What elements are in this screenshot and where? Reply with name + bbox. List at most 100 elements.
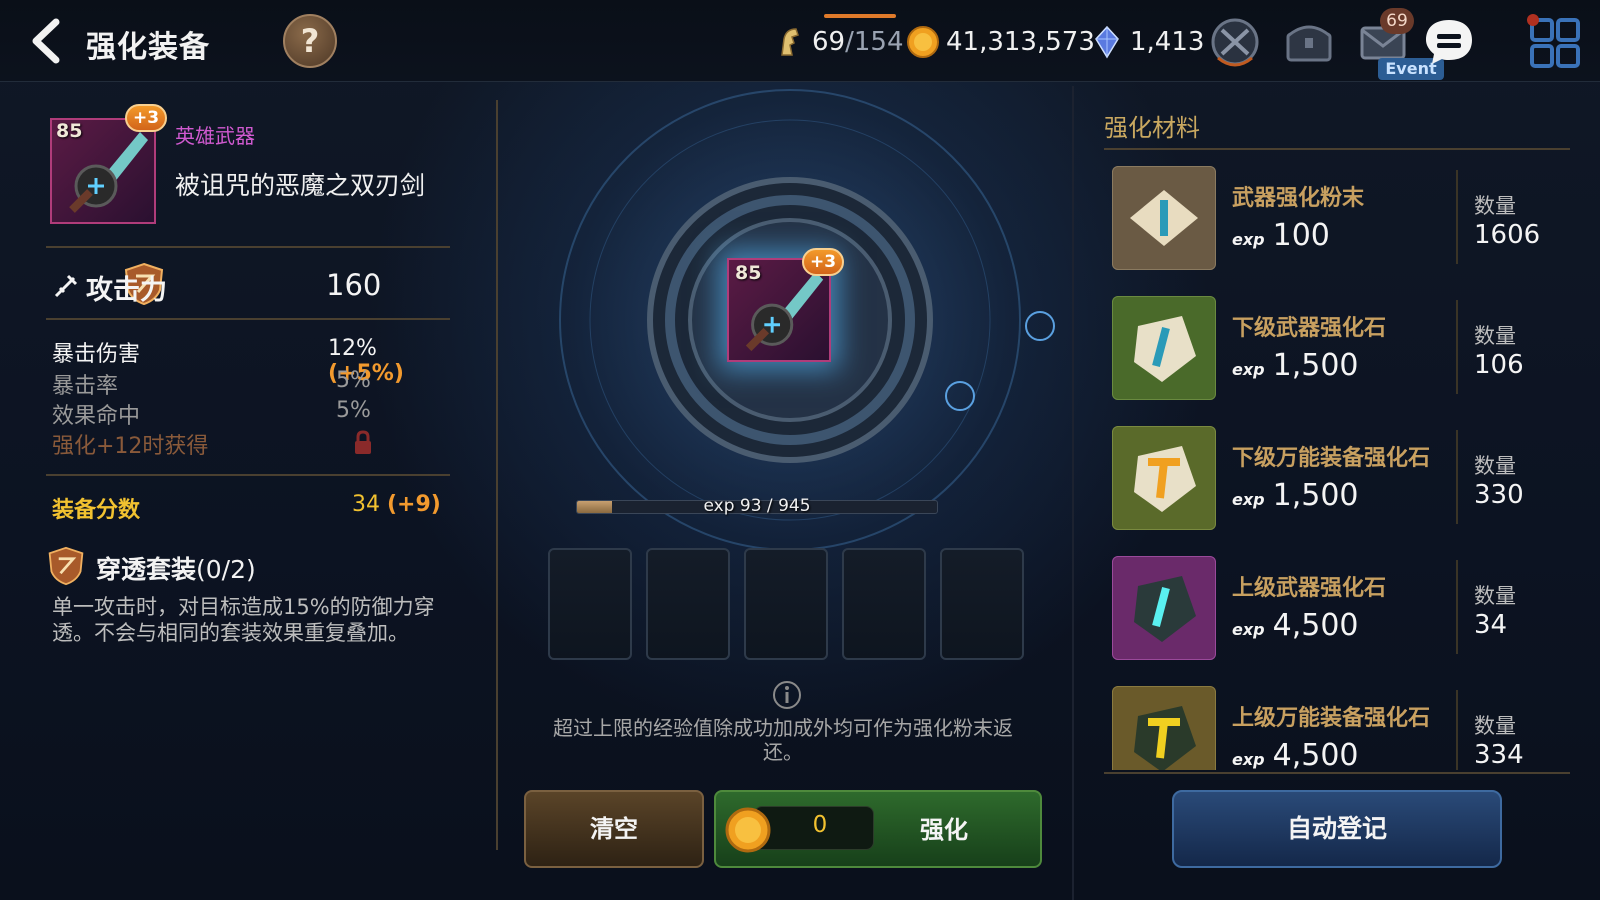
mail-count-badge: 69 — [1380, 8, 1414, 34]
auto-register-button[interactable]: 自动登记 — [1172, 790, 1502, 868]
material-qty-label: 数量 — [1474, 454, 1516, 478]
stamina-indicator — [824, 14, 896, 18]
materials-title: 强化材料 — [1104, 114, 1200, 142]
notification-dot — [1527, 14, 1539, 26]
gold-coin-icon — [725, 807, 771, 853]
back-arrow-icon[interactable] — [24, 18, 70, 64]
item-rarity: 英雄武器 — [175, 124, 255, 148]
stat-value: 5% — [336, 398, 371, 423]
divider — [46, 318, 450, 320]
info-icon[interactable] — [772, 680, 802, 710]
material-slot[interactable] — [646, 548, 730, 660]
gold-amount: 41,313,573 — [946, 27, 1095, 57]
center-left-border — [496, 100, 498, 850]
stat-label: 效果命中 — [52, 404, 141, 429]
material-exp-value: 100 — [1272, 218, 1330, 253]
material-name: 下级武器强化石 — [1232, 316, 1387, 341]
stone-sword-icon — [1112, 296, 1216, 400]
crystal-counter[interactable]: 1,413 — [1090, 22, 1204, 62]
stat-label: 暴击率 — [52, 374, 119, 399]
material-slot[interactable] — [548, 548, 632, 660]
material-exp-value: 1,500 — [1272, 478, 1359, 513]
lock-icon — [355, 430, 371, 454]
material-qty-label: 数量 — [1474, 584, 1516, 608]
enhance-target-level: 85 — [735, 262, 762, 284]
help-button[interactable]: ? — [283, 14, 337, 68]
dark-stone-hammer-icon — [1112, 686, 1216, 770]
page-title: 强化装备 — [86, 30, 210, 65]
material-qty: 106 — [1474, 350, 1524, 380]
swords-emblem-icon[interactable] — [1206, 14, 1264, 70]
material-qty-label: 数量 — [1474, 324, 1516, 348]
enhance-target-plus: +3 — [802, 248, 844, 276]
gold-coin-icon — [907, 26, 939, 58]
material-name: 下级万能装备强化石 — [1232, 446, 1431, 471]
chat-icon[interactable] — [1420, 14, 1478, 70]
stat-row-crit-rate: 暴击率 5% — [52, 368, 452, 399]
material-item-high-weapon-stone[interactable]: 上级武器强化石 exp 4,500 数量 34 — [1104, 550, 1570, 662]
material-item-low-weapon-stone[interactable]: 下级武器强化石 exp 1,500 数量 106 — [1104, 290, 1570, 402]
enhance-level-badge: +3 — [125, 104, 167, 132]
material-slot[interactable] — [842, 548, 926, 660]
material-slot[interactable] — [744, 548, 828, 660]
material-exp-value: 4,500 — [1272, 738, 1359, 770]
divider — [46, 474, 450, 476]
material-item-high-universal-stone[interactable]: 上级万能装备强化石 exp 4,500 数量 334 — [1104, 680, 1570, 770]
exp-tag: exp — [1232, 490, 1265, 509]
material-name: 武器强化粉末 — [1232, 186, 1365, 211]
divider — [46, 246, 450, 248]
exp-tag: exp — [1232, 360, 1265, 379]
stat-value: 5% — [336, 368, 371, 393]
item-detail-panel: 85 +3 英雄武器 被诅咒的恶魔之双刃剑 攻击力 160 暴击伤害 12%(+… — [0, 82, 480, 900]
item-name: 被诅咒的恶魔之双刃剑 — [175, 171, 426, 200]
material-exp: exp 100 — [1232, 218, 1330, 253]
powder-scroll-icon — [1112, 166, 1216, 270]
stamina-counter[interactable]: 69/154 — [772, 22, 903, 62]
crystal-amount: 1,413 — [1130, 27, 1205, 57]
stat-label: 暴击伤害 — [52, 342, 141, 367]
material-item-low-universal-stone[interactable]: 下级万能装备强化石 exp 1,500 数量 330 — [1104, 420, 1570, 532]
main-stat-label: 攻击力 — [86, 275, 167, 306]
main-stat-value: 160 — [326, 268, 382, 302]
material-name: 上级武器强化石 — [1232, 576, 1387, 601]
material-divider — [1456, 300, 1458, 394]
stone-hammer-icon — [1112, 426, 1216, 530]
material-item-powder[interactable]: 武器强化粉末 exp 100 数量 1606 — [1104, 160, 1570, 272]
top-bar: 强化装备 ? 69/154 41,313,573 1,413 69 Event — [0, 0, 1600, 82]
exp-tag: exp — [1232, 230, 1265, 249]
divider — [1104, 148, 1570, 150]
right-panel-separator — [1072, 86, 1074, 900]
main-stat-attack: 攻击力 160 — [48, 266, 448, 306]
material-divider — [1456, 560, 1458, 654]
overflow-notice: 超过上限的经验值除成功加成外均可作为强化粉末返还。 — [553, 716, 1013, 764]
exp-tag: exp — [1232, 750, 1265, 769]
stamina-max: /154 — [845, 27, 904, 57]
set-name: 穿透套装 — [96, 555, 197, 584]
stat-row-effectiveness: 效果命中 5% — [52, 398, 452, 429]
gear-score-bonus: (+9) — [387, 492, 441, 517]
material-exp: exp 1,500 — [1232, 478, 1359, 513]
sword-icon — [54, 274, 78, 298]
exp-tag: exp — [1232, 620, 1265, 639]
horse-head-icon — [781, 28, 799, 56]
material-qty: 34 — [1474, 610, 1508, 640]
material-qty: 330 — [1474, 480, 1524, 510]
clear-button[interactable]: 清空 — [524, 790, 704, 868]
set-count: (0/2) — [196, 555, 256, 584]
exp-text: exp 93 / 945 — [703, 496, 811, 516]
gold-counter[interactable]: 41,313,573 — [906, 22, 1095, 62]
material-divider — [1456, 430, 1458, 524]
set-description: 单一攻击时，对目标造成15%的防御力穿透。不会与相同的套装效果重复叠加。 — [52, 595, 435, 645]
materials-list[interactable]: 武器强化粉末 exp 100 数量 1606 下级武器强化石 exp 1,500 数… — [1104, 160, 1570, 770]
material-slot[interactable] — [940, 548, 1024, 660]
material-qty-label: 数量 — [1474, 714, 1516, 738]
chest-icon[interactable] — [1280, 14, 1338, 70]
gear-score-value: 34 (+9) — [352, 492, 441, 517]
material-qty-label: 数量 — [1474, 194, 1516, 218]
stat-row-locked: 强化+12时获得 — [52, 428, 452, 459]
stat-row-crit-damage: 暴击伤害 12%(+5%) — [52, 336, 452, 386]
material-exp: exp 4,500 — [1232, 738, 1359, 770]
enhance-cost: 0 — [812, 812, 828, 838]
enhance-button-label: 强化 — [920, 816, 968, 844]
material-qty: 334 — [1474, 740, 1524, 770]
